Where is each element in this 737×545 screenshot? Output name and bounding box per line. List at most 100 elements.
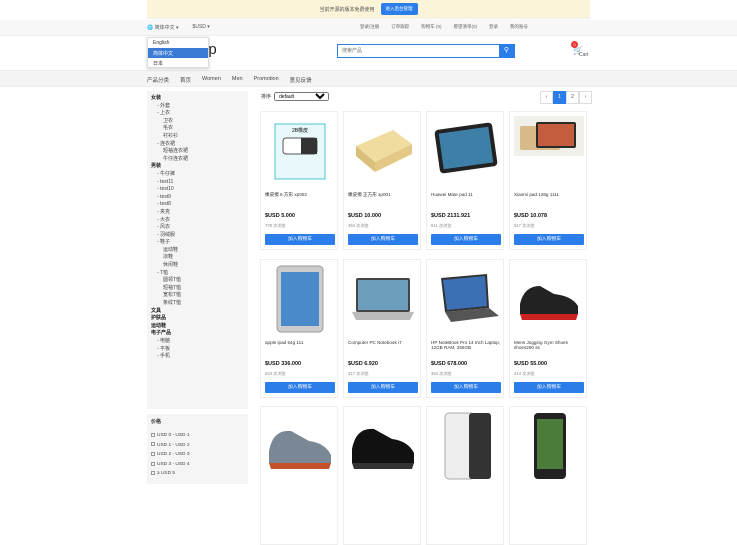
product-card[interactable]: apple ipad 64g 111 $USD 336.000 523 次浏览 加入购…	[260, 259, 338, 398]
topbar-link-3[interactable]: 愿望清单(0)	[454, 24, 478, 30]
category-item[interactable]: 护肤品	[151, 315, 244, 323]
product-card[interactable]	[260, 406, 338, 545]
nav-item-3[interactable]: Men	[232, 76, 243, 84]
tablet-icon[interactable]	[431, 116, 501, 186]
category-item[interactable]: - 电脑	[151, 338, 244, 346]
checkbox[interactable]	[151, 461, 155, 466]
category-item[interactable]: 宽松T恤	[151, 292, 244, 300]
product-card[interactable]: Huawei Mate pad 11 $USD 2131.921 611 次浏览 加入…	[426, 111, 504, 250]
category-item[interactable]: 条纹T恤	[151, 300, 244, 308]
page-button[interactable]: ›	[579, 91, 592, 104]
add-to-cart-button[interactable]: 加入购物车	[265, 382, 335, 393]
category-item[interactable]: 男装	[151, 163, 244, 171]
product-card[interactable]	[426, 406, 504, 545]
product-name[interactable]: Huawei Mate pad 11	[431, 192, 503, 197]
add-to-cart-button[interactable]: 加入购物车	[431, 382, 501, 393]
category-item[interactable]: 毛衣	[151, 125, 244, 133]
laptop-icon[interactable]	[348, 264, 418, 334]
product-name[interactable]: Computer PC Notebook i7	[348, 340, 420, 345]
add-to-cart-button[interactable]: 加入购物车	[265, 234, 335, 245]
price-range-option[interactable]: USD 3 - USD 4	[151, 460, 244, 470]
sneaker-black-icon[interactable]	[348, 411, 418, 481]
search-input[interactable]	[338, 45, 499, 57]
category-item[interactable]: 牛仔连衣裙	[151, 156, 244, 164]
sneaker-icon[interactable]	[265, 411, 335, 481]
page-button[interactable]: 2	[566, 91, 579, 104]
category-item[interactable]: - 风衣	[151, 224, 244, 232]
add-to-cart-button[interactable]: 加入购物车	[348, 382, 418, 393]
language-option[interactable]: 日本	[148, 58, 208, 68]
page-button[interactable]: ‹	[540, 91, 553, 104]
shoe-icon[interactable]	[514, 264, 584, 334]
checkbox[interactable]	[151, 442, 155, 447]
currency-selector[interactable]: $USD ▾	[193, 24, 210, 31]
category-item[interactable]: 圆领T恤	[151, 277, 244, 285]
nav-item-5[interactable]: 意见反馈	[290, 76, 312, 84]
product-card[interactable]	[343, 406, 421, 545]
category-item[interactable]: 短袖连衣裙	[151, 148, 244, 156]
topbar-link-2[interactable]: 购物车 (0)	[421, 24, 441, 30]
category-item[interactable]: 电子产品	[151, 330, 244, 338]
phone-black-icon[interactable]	[514, 411, 584, 481]
category-item[interactable]: - test9	[151, 194, 244, 202]
product-name[interactable]: Mens Jogging Gym Shoes shoes260 ss	[514, 340, 586, 351]
product-card[interactable]: HP NoteBook Pro 14 Inch Laptop, 12GB RAM…	[426, 259, 504, 398]
eraser-icon[interactable]: 2B橡皮	[265, 116, 335, 186]
language-option[interactable]: English	[148, 38, 208, 48]
search-button[interactable]: ⚲	[499, 45, 514, 57]
topbar-link-1[interactable]: 订单跟踪	[391, 24, 409, 30]
product-card[interactable]	[509, 406, 587, 545]
category-item[interactable]: - test11	[151, 179, 244, 187]
product-name[interactable]: Xiaomi pad 128g 1111	[514, 192, 586, 197]
category-item[interactable]: - 夹克	[151, 209, 244, 217]
category-item[interactable]: - test10	[151, 186, 244, 194]
category-item[interactable]: - 上衣	[151, 110, 244, 118]
add-to-cart-button[interactable]: 加入购物车	[431, 234, 501, 245]
topbar-link-4[interactable]: 登录	[489, 24, 498, 30]
phone-white-icon[interactable]	[431, 411, 501, 481]
nav-item-2[interactable]: Women	[202, 76, 221, 84]
price-range-option[interactable]: USD 0 - USD 1	[151, 431, 244, 441]
category-item[interactable]: - test8	[151, 201, 244, 209]
category-item[interactable]: - 牛仔裤	[151, 171, 244, 179]
product-name[interactable]: apple ipad 64g 111	[265, 340, 337, 345]
product-card[interactable]: Computer PC Notebook i7 $USD 6.920 417 次浏览…	[343, 259, 421, 398]
nav-item-1[interactable]: 首页	[180, 76, 191, 84]
product-card[interactable]: 橡皮擦 正方形 xp001 $USD 10.000 464 次浏览 加入购物车	[343, 111, 421, 250]
page-button[interactable]: 1	[553, 91, 566, 104]
product-card[interactable]: Mens Jogging Gym Shoes shoes260 ss $USD 5…	[509, 259, 587, 398]
product-card[interactable]: Xiaomi pad 128g 1111 $USD 10.078 517 次浏览 加入…	[509, 111, 587, 250]
ipad-icon[interactable]	[265, 264, 335, 334]
add-to-cart-button[interactable]: 加入购物车	[348, 234, 418, 245]
product-card[interactable]: 2B橡皮 橡皮擦 8.方形 xp002 $USD 5.000 778 次浏览 加入购物车	[260, 111, 338, 250]
topbar-link-0[interactable]: 登录/注册	[360, 24, 379, 30]
add-to-cart-button[interactable]: 加入购物车	[514, 234, 584, 245]
tablet-gold-icon[interactable]	[514, 116, 584, 186]
language-option[interactable]: 简体中文	[148, 48, 208, 58]
price-range-option[interactable]: ≥ USD 5	[151, 469, 244, 479]
price-range-option[interactable]: USD 2 - USD 3	[151, 450, 244, 460]
category-item[interactable]: - 大衣	[151, 217, 244, 225]
checkbox[interactable]	[151, 471, 155, 476]
category-item[interactable]: - 鞋子	[151, 239, 244, 247]
laptop-dark-icon[interactable]	[431, 264, 501, 334]
checkbox[interactable]	[151, 432, 155, 437]
product-name[interactable]: 橡皮擦 8.方形 xp002	[265, 192, 337, 197]
eraser-block-icon[interactable]	[348, 116, 418, 186]
nav-item-0[interactable]: 产品分类	[147, 76, 169, 84]
cart-button[interactable]: 🛒 0 Cart	[568, 41, 590, 61]
category-item[interactable]: 衬衫衫	[151, 133, 244, 141]
product-name[interactable]: 橡皮擦 正方形 xp001	[348, 192, 420, 197]
category-item[interactable]: 凉鞋	[151, 254, 244, 262]
nav-item-4[interactable]: Promotion	[254, 76, 279, 84]
sort-select[interactable]: default	[274, 92, 330, 101]
language-selector[interactable]: 🌐 简体中文 ▾	[147, 24, 179, 31]
price-range-option[interactable]: USD 1 - USD 2	[151, 441, 244, 451]
checkbox[interactable]	[151, 451, 155, 456]
category-item[interactable]: - 手机	[151, 353, 244, 361]
category-item[interactable]: 休闲鞋	[151, 262, 244, 270]
category-item[interactable]: 女装	[151, 95, 244, 103]
admin-button[interactable]: 进入后台管理	[380, 3, 418, 15]
topbar-link-5[interactable]: 我的账号	[510, 24, 528, 30]
add-to-cart-button[interactable]: 加入购物车	[514, 382, 584, 393]
